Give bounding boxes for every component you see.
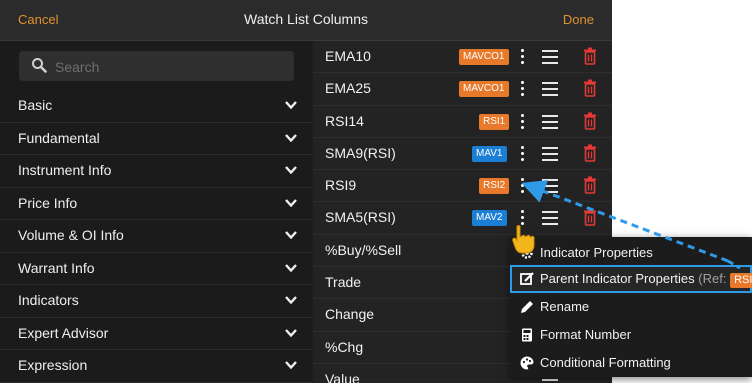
menu-item-label: Conditional Formatting <box>540 355 671 370</box>
chevron-down-icon <box>285 166 297 175</box>
search-box[interactable] <box>19 51 294 81</box>
gear-icon <box>521 247 533 259</box>
chevron-down-icon <box>285 296 297 305</box>
indicator-badge: MAVCO1 <box>459 81 509 98</box>
category-label: Volume & OI Info <box>18 227 124 243</box>
column-label: Trade <box>325 274 362 291</box>
column-label: SMA9(RSI) <box>325 144 396 161</box>
column-row-sma9-rsi: SMA9(RSI) MAV1 <box>313 138 612 171</box>
category-label: Instrument Info <box>18 162 112 178</box>
trash-icon[interactable] <box>583 47 597 65</box>
column-label: RSI9 <box>325 177 357 194</box>
menu-item-conditional-formatting[interactable]: Conditional Formatting <box>510 349 752 377</box>
category-label: Indicators <box>18 292 79 308</box>
search-input[interactable] <box>53 56 287 78</box>
column-label: Value <box>325 370 360 383</box>
page-title: Watch List Columns <box>244 11 368 27</box>
edit-icon <box>520 272 534 285</box>
trash-icon[interactable] <box>583 208 597 227</box>
more-options-icon[interactable] <box>519 178 525 194</box>
indicator-badge: RSI2 <box>479 178 510 195</box>
category-basic[interactable]: Basic <box>0 90 312 123</box>
title-bar: Cancel Watch List Columns Done <box>0 0 612 41</box>
menu-item-label: Format Number <box>540 327 632 342</box>
chevron-down-icon <box>285 328 297 337</box>
category-fundamental[interactable]: Fundamental <box>0 123 312 155</box>
indicator-badge: MAV1 <box>472 145 507 162</box>
drag-handle-icon[interactable] <box>542 114 558 129</box>
column-label: Change <box>325 306 375 323</box>
category-indicators[interactable]: Indicators <box>0 285 312 318</box>
column-row-sma5-rsi: SMA5(RSI) MAV2 <box>313 202 612 235</box>
menu-item-label: Indicator Properties <box>540 245 653 260</box>
search-icon <box>32 58 47 73</box>
column-row-ema25: EMA25 MAVCO1 <box>313 73 612 106</box>
calculator-icon <box>522 328 532 342</box>
drag-handle-icon[interactable] <box>542 82 558 97</box>
menu-item-format-number[interactable]: Format Number <box>510 321 752 349</box>
ref-prefix: (Ref: <box>698 271 727 286</box>
trash-icon[interactable] <box>583 144 597 162</box>
more-options-icon[interactable] <box>519 145 525 162</box>
chevron-down-icon <box>285 361 297 370</box>
indicator-badge: RSI1 <box>479 113 510 130</box>
category-expression[interactable]: Expression <box>0 350 312 383</box>
more-options-icon[interactable] <box>519 49 525 65</box>
ref-badge: RSI2 <box>730 273 752 288</box>
column-label: %Buy/%Sell <box>325 241 402 258</box>
menu-item-label: Parent Indicator Properties <box>540 271 695 286</box>
more-options-icon[interactable] <box>519 81 525 97</box>
category-label: Warrant Info <box>18 259 95 276</box>
menu-item-parent-indicator-properties[interactable]: Parent Indicator Properties (Ref: RSI2 ) <box>510 265 752 293</box>
category-sidebar: Basic Fundamental Instrument Info Price … <box>0 41 312 383</box>
category-label: Expert Advisor <box>18 324 109 341</box>
indicator-badge: MAV2 <box>472 210 507 227</box>
context-menu: Indicator Properties Parent Indicator Pr… <box>510 237 752 377</box>
category-volume-oi-info[interactable]: Volume & OI Info <box>0 220 312 253</box>
chevron-down-icon <box>285 101 297 110</box>
chevron-down-icon <box>285 198 297 207</box>
column-row-rsi14: RSI14 RSI1 <box>313 106 612 138</box>
category-label: Fundamental <box>18 129 100 146</box>
category-label: Basic <box>18 97 53 113</box>
indicator-badge: MAVCO1 <box>459 49 509 65</box>
column-label: EMA10 <box>325 48 371 64</box>
category-price-info[interactable]: Price Info <box>0 188 312 220</box>
category-label: Price Info <box>18 194 78 211</box>
column-label: RSI14 <box>325 112 364 129</box>
menu-item-label: Rename <box>540 299 590 314</box>
done-button[interactable]: Done <box>563 12 594 27</box>
more-options-icon[interactable] <box>519 113 525 130</box>
pencil-icon <box>521 301 533 313</box>
menu-item-rename[interactable]: Rename <box>510 293 752 321</box>
category-label: Expression <box>18 357 88 373</box>
column-label: %Chg <box>325 338 364 355</box>
drag-handle-icon[interactable] <box>542 50 558 64</box>
trash-icon[interactable] <box>583 79 597 98</box>
column-row-rsi9: RSI9 RSI2 <box>313 170 612 203</box>
category-expert-advisor[interactable]: Expert Advisor <box>0 318 312 350</box>
drag-handle-icon[interactable] <box>542 179 558 194</box>
more-options-icon[interactable] <box>519 210 525 226</box>
trash-icon[interactable] <box>583 176 597 194</box>
drag-handle-icon[interactable] <box>542 211 558 226</box>
category-list: Basic Fundamental Instrument Info Price … <box>0 90 312 383</box>
chevron-down-icon <box>285 263 297 272</box>
category-instrument-info[interactable]: Instrument Info <box>0 155 312 188</box>
chevron-down-icon <box>285 231 297 240</box>
menu-item-indicator-properties[interactable]: Indicator Properties <box>510 239 752 267</box>
palette-icon <box>520 356 534 370</box>
column-row-ema10: EMA10 MAVCO1 <box>313 41 612 74</box>
trash-icon[interactable] <box>583 112 597 130</box>
category-warrant-info[interactable]: Warrant Info <box>0 253 312 285</box>
chevron-down-icon <box>285 133 297 142</box>
column-label: SMA5(RSI) <box>325 209 396 226</box>
drag-handle-icon[interactable] <box>542 146 558 161</box>
column-label: EMA25 <box>325 80 371 97</box>
